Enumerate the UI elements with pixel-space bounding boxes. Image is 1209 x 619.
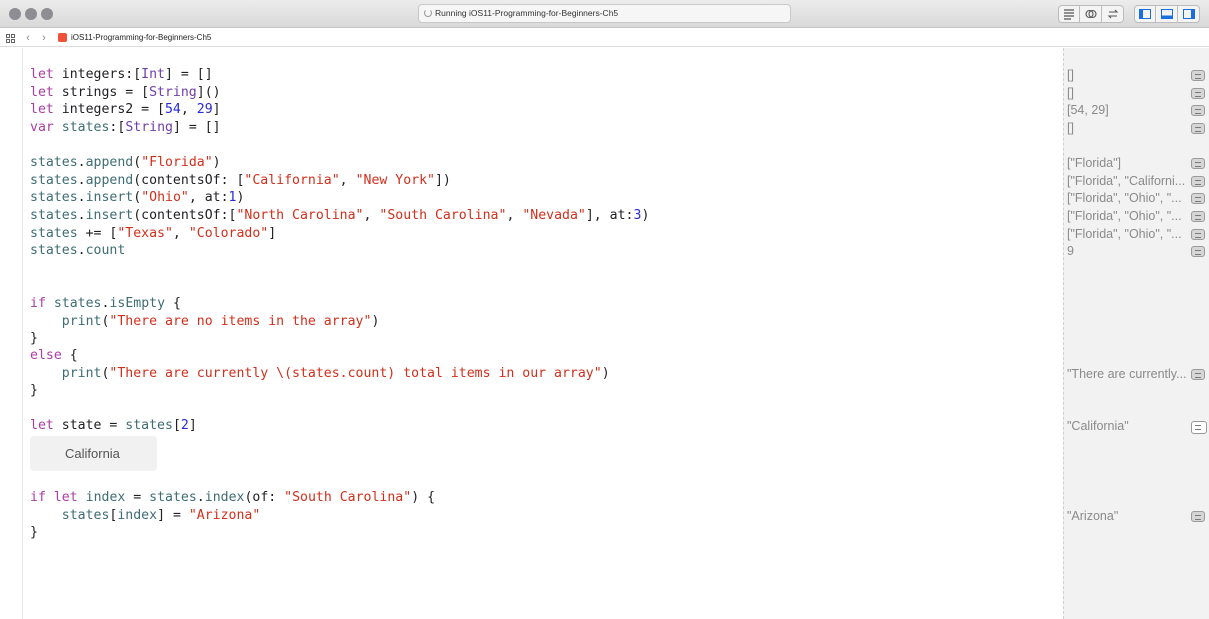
quick-look-eye-icon[interactable] — [1191, 229, 1205, 240]
code-line[interactable]: else { — [30, 347, 78, 365]
related-items-button[interactable] — [4, 32, 16, 44]
result-value: ["Florida", "Ohio", "... — [1067, 209, 1182, 223]
code-line[interactable]: print("There are no items in the array") — [30, 313, 380, 331]
result-value: ["Florida"] — [1067, 156, 1122, 170]
quick-look-eye-icon[interactable] — [1191, 176, 1205, 187]
result-value: [] — [1067, 121, 1074, 135]
editor-assistant-button[interactable] — [1080, 5, 1102, 23]
code-line[interactable]: let integers:[Int] = [] — [30, 66, 213, 84]
code-line[interactable]: let integers2 = [54, 29] — [30, 101, 221, 119]
minimize-window-button[interactable] — [25, 8, 37, 20]
code-line[interactable]: let strings = [String]() — [30, 84, 221, 102]
show-result-toggle-icon[interactable] — [1191, 421, 1207, 434]
jump-bar: ‹ › iOS11-Programming-for-Beginners-Ch5 — [0, 29, 1209, 47]
result-value: ["Florida", "Ohio", "... — [1067, 227, 1182, 241]
result-value: "There are currently... — [1067, 367, 1187, 381]
result-value: [54, 29] — [1067, 103, 1109, 117]
utilities-panel-icon — [1182, 9, 1195, 19]
code-line[interactable]: } — [30, 382, 38, 400]
result-value: "Arizona" — [1067, 509, 1119, 523]
quick-look-eye-icon[interactable] — [1191, 511, 1205, 522]
quick-look-eye-icon[interactable] — [1191, 369, 1205, 380]
editor-standard-button[interactable] — [1058, 5, 1080, 23]
result-value: ["Florida", "Ohio", "... — [1067, 191, 1182, 205]
code-line[interactable]: if let index = states.index(of: "South C… — [30, 489, 435, 507]
breadcrumb-file-name: iOS11-Programming-for-Beginners-Ch5 — [71, 33, 212, 42]
navigator-toggle-button[interactable] — [1134, 5, 1156, 23]
editor-mode-control — [1058, 5, 1124, 23]
code-line[interactable]: states.insert("Ohio", at:1) — [30, 189, 244, 207]
code-line[interactable]: states.count — [30, 242, 125, 260]
result-value: [] — [1067, 68, 1074, 82]
swift-file-icon — [58, 33, 67, 42]
code-line[interactable]: if states.isEmpty { — [30, 295, 181, 313]
editor-version-icon — [1107, 9, 1118, 19]
editor-assistant-icon — [1084, 9, 1097, 19]
panel-toggle-control — [1134, 5, 1200, 23]
result-value: "California" — [1067, 419, 1129, 433]
activity-viewer: Running iOS11-Programming-for-Beginners-… — [418, 4, 791, 23]
debug-toggle-button[interactable] — [1156, 5, 1178, 23]
back-button[interactable]: ‹ — [22, 32, 34, 44]
quick-look-eye-icon[interactable] — [1191, 193, 1205, 204]
debug-panel-icon — [1160, 9, 1173, 19]
forward-button[interactable]: › — [38, 32, 50, 44]
editor-version-button[interactable] — [1102, 5, 1124, 23]
code-line[interactable]: states += ["Texas", "Colorado"] — [30, 225, 276, 243]
code-line[interactable]: states.append("Florida") — [30, 154, 221, 172]
code-line[interactable]: var states:[String] = [] — [30, 119, 221, 137]
quick-look-eye-icon[interactable] — [1191, 105, 1205, 116]
activity-text: Running iOS11-Programming-for-Beginners-… — [435, 8, 619, 18]
spinner-icon — [424, 9, 432, 17]
chevron-right-icon: › — [42, 32, 46, 44]
result-value: [] — [1067, 86, 1074, 100]
chevron-left-icon: ‹ — [26, 32, 30, 44]
code-line[interactable]: states.insert(contentsOf:["North Carolin… — [30, 207, 649, 225]
code-line[interactable]: } — [30, 524, 38, 542]
quick-look-eye-icon[interactable] — [1191, 70, 1205, 81]
close-window-button[interactable] — [9, 8, 21, 20]
utilities-toggle-button[interactable] — [1178, 5, 1200, 23]
quick-look-eye-icon[interactable] — [1191, 158, 1205, 169]
playground-editor[interactable]: let integers:[Int] = [] let strings = [S… — [0, 48, 1209, 619]
quick-look-eye-icon[interactable] — [1191, 88, 1205, 99]
quick-look-eye-icon[interactable] — [1191, 211, 1205, 222]
editor-standard-icon — [1064, 9, 1074, 20]
zoom-window-button[interactable] — [41, 8, 53, 20]
code-line[interactable]: states.append(contentsOf: ["California",… — [30, 172, 451, 190]
breadcrumb[interactable]: iOS11-Programming-for-Beginners-Ch5 — [58, 33, 211, 42]
quick-look-eye-icon[interactable] — [1191, 246, 1205, 257]
quick-look-eye-icon[interactable] — [1191, 123, 1205, 134]
inline-result-view[interactable]: California — [30, 436, 157, 471]
code-line[interactable]: states[index] = "Arizona" — [30, 507, 261, 525]
navigator-panel-icon — [1139, 9, 1151, 19]
result-value: ["Florida", "Californi... — [1067, 174, 1186, 188]
code-line[interactable]: let state = states[2] — [30, 417, 197, 435]
gutter-divider — [22, 48, 23, 619]
result-value: 9 — [1067, 244, 1074, 258]
window-titlebar: Running iOS11-Programming-for-Beginners-… — [0, 0, 1209, 28]
grid-icon — [5, 33, 15, 43]
code-line[interactable]: } — [30, 330, 38, 348]
code-line[interactable]: print("There are currently \(states.coun… — [30, 365, 610, 383]
